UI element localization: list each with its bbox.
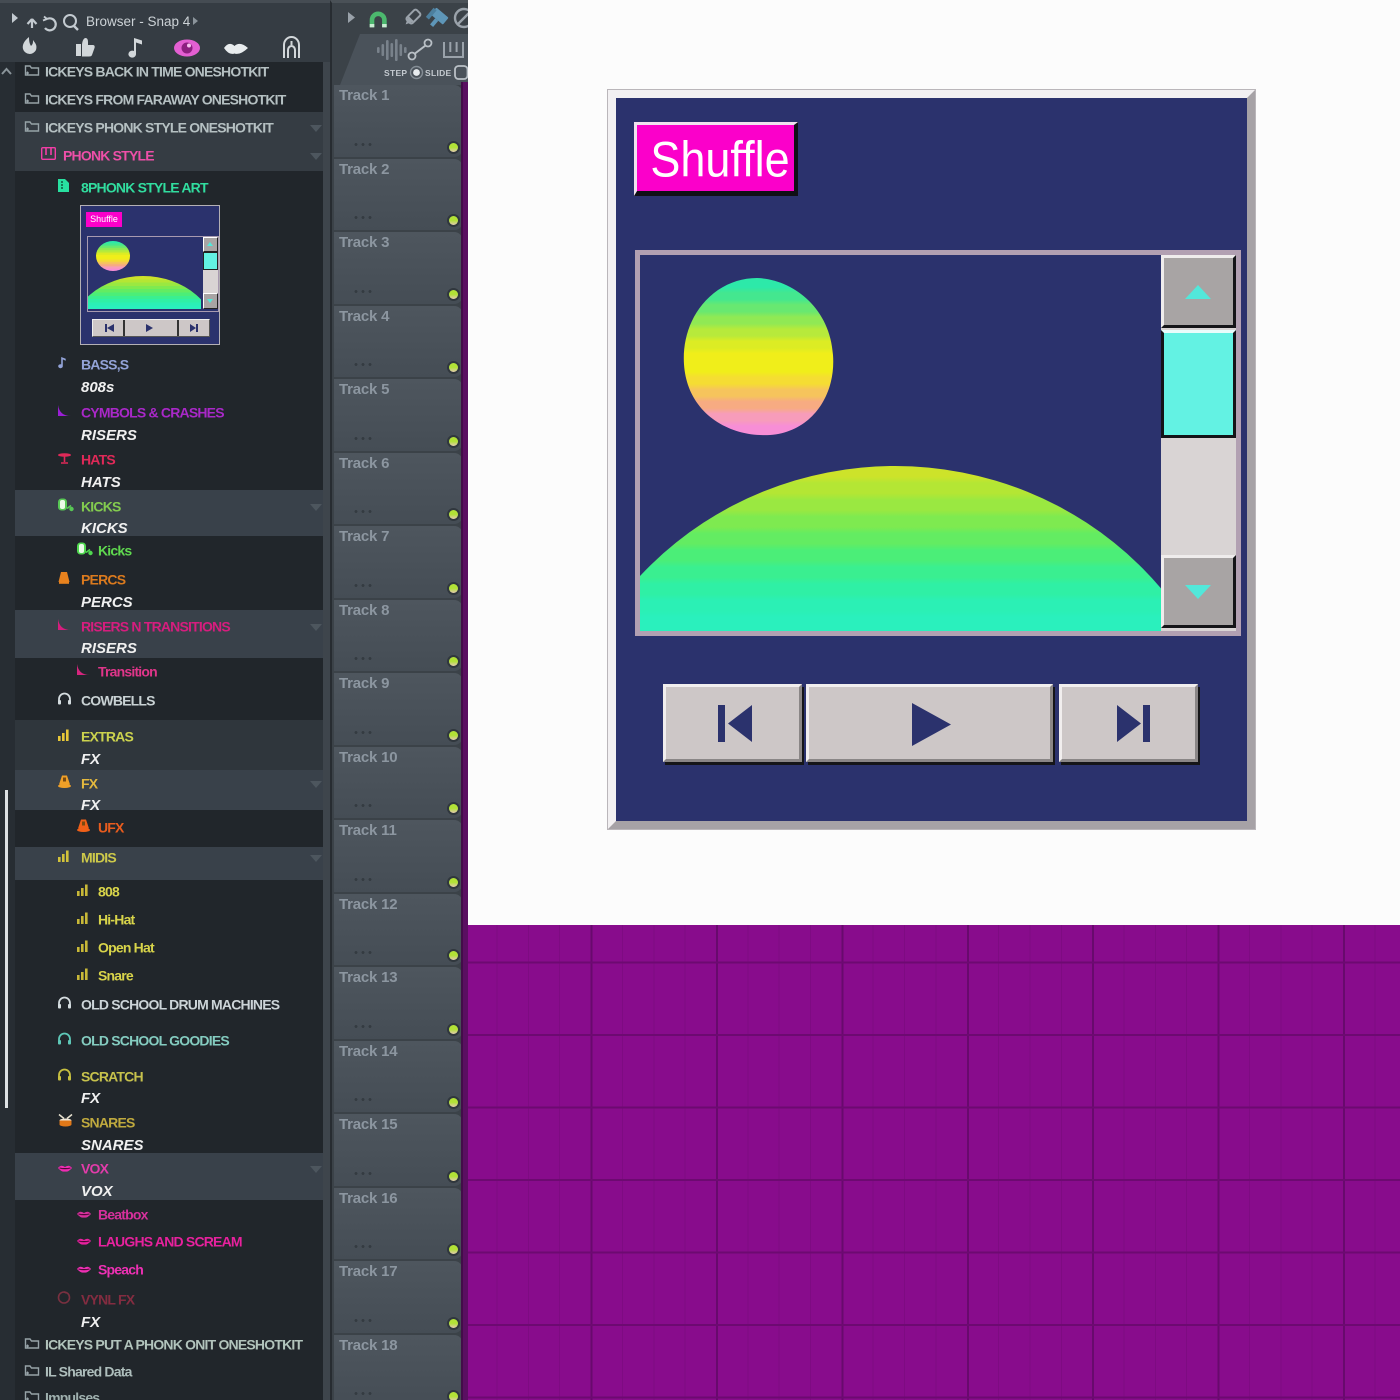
svg-text:STEP: STEP [384,68,407,78]
svg-text:SLIDE: SLIDE [425,68,452,78]
svg-text:Browser - Snap 4: Browser - Snap 4 [86,14,191,29]
